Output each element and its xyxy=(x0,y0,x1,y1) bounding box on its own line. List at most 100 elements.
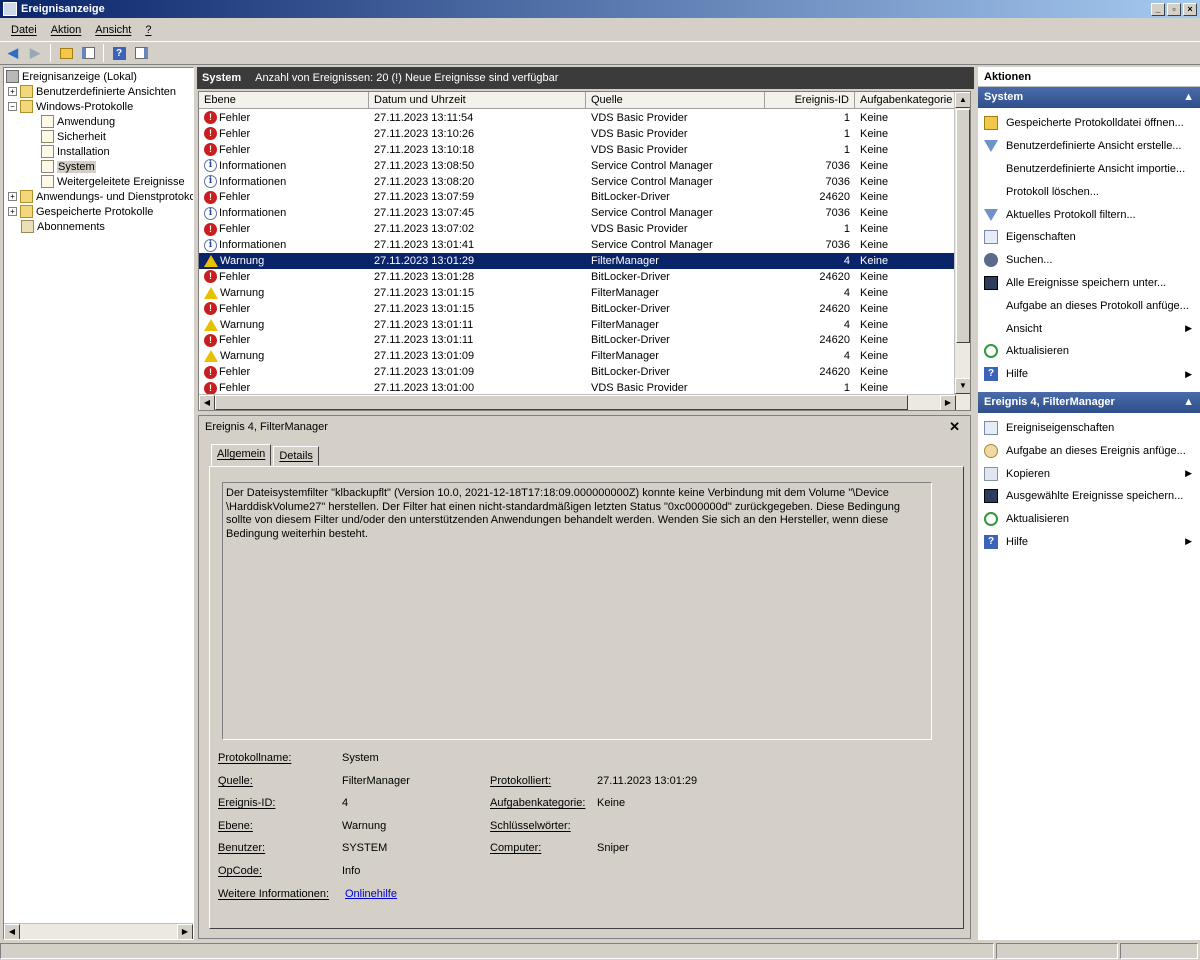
action-pane-icon[interactable] xyxy=(131,44,151,62)
toolbar: ◀ ▶ ? xyxy=(0,41,1200,65)
scroll-up-icon[interactable]: ▲ xyxy=(955,92,970,108)
action-copy[interactable]: Kopieren ▶ xyxy=(978,462,1200,485)
tree-item-system[interactable]: System xyxy=(41,159,96,174)
event-row[interactable]: ! Fehler 27.11.2023 13:01:15 BitLocker-Driv… xyxy=(199,301,956,317)
event-row[interactable]: Warnung 27.11.2023 13:01:15 FilterManager 4… xyxy=(199,285,956,301)
scroll-left-icon[interactable]: ◀ xyxy=(199,395,215,410)
close-details-icon[interactable]: ✕ xyxy=(949,419,960,435)
actions-header: Aktionen xyxy=(978,67,1200,87)
action-event-properties[interactable]: Ereigniseigenschaften xyxy=(978,417,1200,440)
tree-item-custom-views[interactable]: + Benutzerdefinierte Ansichten xyxy=(8,84,176,99)
minimize-button[interactable]: _ xyxy=(1151,2,1165,16)
action-import-custom-view[interactable]: Benutzerdefinierte Ansicht importie... xyxy=(978,158,1200,181)
event-row[interactable]: Warnung 27.11.2023 13:01:09 FilterManager 4… xyxy=(199,348,956,364)
expand-icon[interactable]: + xyxy=(8,192,17,201)
action-save-selected-events[interactable]: Ausgewählte Ereignisse speichern... xyxy=(978,485,1200,508)
event-list-horizontal-scrollbar[interactable]: ◀ ▶ xyxy=(199,394,956,410)
tree-item-forwarded-events[interactable]: Weitergeleitete Ereignisse xyxy=(41,174,185,189)
tab-allgemein[interactable]: Allgemein xyxy=(211,444,272,466)
action-attach-task-to-event[interactable]: Aufgabe an dieses Ereignis anfüge... xyxy=(978,439,1200,462)
level-text: Fehler xyxy=(219,143,251,156)
console-tree-icon[interactable] xyxy=(78,44,98,62)
tree-item-installation[interactable]: Installation xyxy=(41,144,110,159)
copy-icon xyxy=(984,466,998,481)
cell-task-category: Keine xyxy=(860,239,889,252)
menu-ansicht[interactable]: Ansicht xyxy=(88,24,138,36)
scroll-right-icon[interactable]: ▶ xyxy=(940,395,956,410)
menu-help[interactable]: ? xyxy=(138,24,158,36)
scroll-thumb[interactable] xyxy=(215,395,908,410)
event-row[interactable]: ! Fehler 27.11.2023 13:01:28 BitLocker-Driv… xyxy=(199,269,956,285)
menu-datei[interactable]: Datei xyxy=(4,24,44,36)
actions-section-system[interactable]: System ▲ xyxy=(978,87,1200,108)
menu-aktion[interactable]: Aktion xyxy=(44,24,89,36)
collapse-icon[interactable]: − xyxy=(8,102,17,111)
maximize-button[interactable]: ▫ xyxy=(1167,2,1181,16)
tab-details[interactable]: Details xyxy=(273,446,319,466)
back-arrow-icon[interactable]: ◀ xyxy=(3,44,23,62)
error-icon: ! xyxy=(204,111,217,125)
tree-item-anwendung[interactable]: Anwendung xyxy=(41,114,115,129)
event-row[interactable]: i Informationen 27.11.2023 13:01:41 Service… xyxy=(199,237,956,253)
cell-task-category: Keine xyxy=(860,143,889,156)
action-help-event[interactable]: ? Hilfe ▶ xyxy=(978,531,1200,554)
action-properties[interactable]: Eigenschaften xyxy=(978,226,1200,249)
collapse-section-icon[interactable]: ▲ xyxy=(1183,91,1194,104)
forward-arrow-icon[interactable]: ▶ xyxy=(25,44,45,62)
column-header-aufgabenkategorie[interactable]: Aufgabenkategorie xyxy=(855,92,955,109)
event-list-vertical-scrollbar[interactable]: ▲ ▼ xyxy=(954,92,970,410)
event-row[interactable]: Warnung 27.11.2023 13:01:29 FilterManager 4… xyxy=(199,253,956,269)
action-help[interactable]: ? Hilfe ▶ xyxy=(978,363,1200,386)
event-row[interactable]: ! Fehler 27.11.2023 13:07:02 VDS Basic Prov… xyxy=(199,221,956,237)
event-row[interactable]: Warnung 27.11.2023 13:01:11 FilterManager 4… xyxy=(199,317,956,333)
close-button[interactable]: × xyxy=(1183,2,1197,16)
tree-item-windows-logs[interactable]: − Windows-Protokolle xyxy=(8,99,133,114)
expand-icon[interactable]: + xyxy=(8,207,17,216)
scroll-down-icon[interactable]: ▼ xyxy=(955,378,970,394)
folder-up-icon[interactable] xyxy=(56,44,76,62)
action-refresh-event[interactable]: Aktualisieren xyxy=(978,508,1200,531)
event-row[interactable]: i Informationen 27.11.2023 13:08:50 Service… xyxy=(199,158,956,174)
action-save-all-events[interactable]: Alle Ereignisse speichern unter... xyxy=(978,272,1200,295)
tree-item-saved-logs[interactable]: + Gespeicherte Protokolle xyxy=(8,204,153,219)
event-row[interactable]: i Informationen 27.11.2023 13:08:20 Service… xyxy=(199,174,956,190)
action-filter-log[interactable]: Aktuelles Protokoll filtern... xyxy=(978,203,1200,226)
filter-icon xyxy=(984,140,998,153)
online-help-link[interactable]: Onlinehilfe xyxy=(345,888,397,900)
expand-icon[interactable]: + xyxy=(8,87,17,96)
folder-icon xyxy=(20,190,33,203)
help-icon[interactable]: ? xyxy=(109,44,129,62)
tree-item-apps-services[interactable]: + Anwendungs- und Dienstprotokol xyxy=(8,189,193,204)
action-find[interactable]: Suchen... xyxy=(978,249,1200,272)
scroll-right-icon[interactable]: ▶ xyxy=(177,924,193,939)
action-refresh[interactable]: Aktualisieren xyxy=(978,340,1200,363)
column-header-quelle[interactable]: Quelle xyxy=(586,92,765,109)
column-header-datum[interactable]: Datum und Uhrzeit xyxy=(369,92,586,109)
event-row[interactable]: i Informationen 27.11.2023 13:07:45 Service… xyxy=(199,205,956,221)
action-attach-task-to-log[interactable]: Aufgabe an dieses Protokoll anfüge... xyxy=(978,294,1200,317)
event-description[interactable]: Der Dateisystemfilter "klbackupflt" (Ver… xyxy=(222,482,932,740)
column-header-ebene[interactable]: Ebene xyxy=(199,92,369,109)
action-clear-log[interactable]: Protokoll löschen... xyxy=(978,180,1200,203)
event-row[interactable]: ! Fehler 27.11.2023 13:01:11 BitLocker-Driv… xyxy=(199,332,956,348)
column-header-ereignis-id[interactable]: Ereignis-ID xyxy=(765,92,855,109)
event-row[interactable]: ! Fehler 27.11.2023 13:11:54 VDS Basic Prov… xyxy=(199,110,956,126)
event-row[interactable]: ! Fehler 27.11.2023 13:10:18 VDS Basic Prov… xyxy=(199,142,956,158)
action-view[interactable]: Ansicht ▶ xyxy=(978,317,1200,340)
properties-icon xyxy=(984,420,998,435)
tree-item-subscriptions[interactable]: Abonnements xyxy=(21,219,105,234)
event-row[interactable]: ! Fehler 27.11.2023 13:01:09 BitLocker-Driv… xyxy=(199,364,956,380)
event-row[interactable]: ! Fehler 27.11.2023 13:07:59 BitLocker-Driv… xyxy=(199,189,956,205)
event-row[interactable]: ! Fehler 27.11.2023 13:10:26 VDS Basic Prov… xyxy=(199,126,956,142)
tree-item-sicherheit[interactable]: Sicherheit xyxy=(41,129,106,144)
actions-section-event[interactable]: Ereignis 4, FilterManager ▲ xyxy=(978,391,1200,413)
action-open-saved-log[interactable]: Gespeicherte Protokolldatei öffnen... xyxy=(978,112,1200,135)
cell-level: Warnung xyxy=(199,254,369,267)
scroll-left-icon[interactable]: ◀ xyxy=(4,924,20,939)
cell-level: ! Fehler xyxy=(199,365,369,379)
action-create-custom-view[interactable]: Benutzerdefinierte Ansicht erstelle... xyxy=(978,135,1200,158)
tree-horizontal-scrollbar[interactable]: ◀ ▶ xyxy=(4,923,193,939)
scroll-thumb[interactable] xyxy=(956,109,970,343)
tree-item-root[interactable]: Ereignisanzeige (Lokal) xyxy=(6,69,137,84)
collapse-section-icon[interactable]: ▲ xyxy=(1183,396,1194,409)
